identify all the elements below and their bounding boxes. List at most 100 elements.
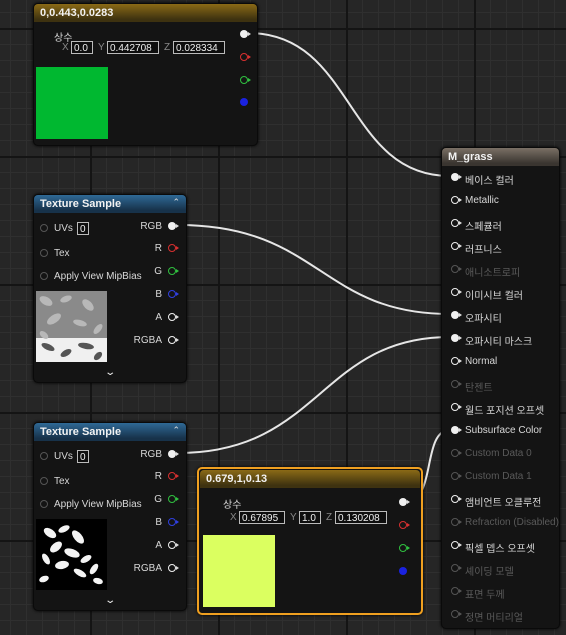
node-title: Texture Sample bbox=[34, 423, 186, 441]
material-input-label: Normal bbox=[465, 356, 498, 367]
x-axis-label: X bbox=[230, 512, 237, 523]
material-input-pin bbox=[451, 564, 459, 572]
material-input-pin[interactable] bbox=[451, 196, 459, 204]
texture-sample-node-1[interactable]: Texture Sample ⌃ UVs 0 Tex Apply View Mi… bbox=[33, 194, 187, 383]
pin-arrow bbox=[176, 337, 179, 342]
rgb-output-pin[interactable] bbox=[168, 222, 176, 230]
rgb-output-pin[interactable] bbox=[399, 498, 407, 506]
pin-arrow bbox=[459, 289, 462, 294]
a-output-pin[interactable] bbox=[168, 313, 176, 321]
material-input-pin[interactable] bbox=[451, 219, 459, 227]
texture-preview-thumbnail bbox=[36, 291, 107, 362]
r-output-pin[interactable] bbox=[168, 472, 176, 480]
material-input-pin[interactable] bbox=[451, 288, 459, 296]
texture-sample-node-2[interactable]: Texture Sample ⌃ UVs 0 Tex Apply View Mi… bbox=[33, 422, 187, 611]
r-output-label: R bbox=[154, 471, 162, 482]
g-output-pin[interactable] bbox=[168, 267, 176, 275]
expand-chevron-down-icon[interactable]: ⌄ bbox=[104, 595, 116, 606]
rgb-output-pin[interactable] bbox=[168, 450, 176, 458]
material-input-pin[interactable] bbox=[451, 311, 459, 319]
material-input-label: 오파시티 bbox=[465, 314, 502, 325]
uvs-input-pin[interactable] bbox=[40, 452, 48, 460]
pin-arrow bbox=[459, 335, 462, 340]
g-output-label: G bbox=[154, 494, 162, 505]
collapse-chevron-up-icon[interactable]: ⌃ bbox=[172, 425, 180, 436]
pin-arrow bbox=[459, 266, 462, 271]
r-output-pin[interactable] bbox=[399, 521, 407, 529]
material-input-pin[interactable] bbox=[451, 334, 459, 342]
b-output-label: B bbox=[155, 289, 162, 300]
b-output-pin[interactable] bbox=[168, 290, 176, 298]
r-output-pin[interactable] bbox=[240, 53, 248, 61]
material-input-label: 러프니스 bbox=[465, 245, 502, 256]
z-axis-label: Z bbox=[164, 42, 171, 53]
g-output-pin[interactable] bbox=[168, 495, 176, 503]
material-input-label: Custom Data 0 bbox=[465, 448, 532, 459]
rgba-output-pin[interactable] bbox=[168, 564, 176, 572]
b-output-pin[interactable] bbox=[240, 98, 248, 106]
rgba-output-label: RGBA bbox=[133, 563, 162, 574]
material-input-label: Custom Data 1 bbox=[465, 471, 532, 482]
pin-arrow bbox=[176, 314, 179, 319]
material-input-pin bbox=[451, 587, 459, 595]
r-output-label: R bbox=[154, 243, 162, 254]
tex-input-pin[interactable] bbox=[40, 249, 48, 257]
pin-arrow bbox=[248, 77, 251, 82]
y-value-field[interactable]: 0.442708 bbox=[107, 41, 159, 54]
pin-arrow bbox=[248, 54, 251, 59]
g-output-pin[interactable] bbox=[240, 76, 248, 84]
pin-arrow bbox=[459, 611, 462, 616]
material-input-pin[interactable] bbox=[451, 403, 459, 411]
node-title: 0.679,1,0.13 bbox=[200, 470, 420, 488]
pin-arrow bbox=[407, 545, 410, 550]
pin-arrow bbox=[176, 473, 179, 478]
uvs-input-pin[interactable] bbox=[40, 224, 48, 232]
constant3vector-node-top[interactable]: 0,0.443,0.0283 상수 X 0.0 Y 0.442708 Z 0.0… bbox=[33, 3, 258, 146]
pin-arrow bbox=[459, 565, 462, 570]
material-input-pin[interactable] bbox=[451, 242, 459, 250]
b-output-pin[interactable] bbox=[399, 567, 407, 575]
rgb-output-label: RGB bbox=[140, 449, 162, 460]
expand-chevron-down-icon[interactable]: ⌄ bbox=[104, 367, 116, 378]
mipbias-label: Apply View MipBias bbox=[54, 271, 142, 282]
r-output-pin[interactable] bbox=[168, 244, 176, 252]
z-value-field[interactable]: 0.028334 bbox=[173, 41, 225, 54]
pin-arrow bbox=[176, 245, 179, 250]
x-axis-label: X bbox=[62, 42, 69, 53]
material-input-pin[interactable] bbox=[451, 357, 459, 365]
material-input-label: 픽셀 뎁스 오프셋 bbox=[465, 544, 535, 555]
mipbias-input-pin[interactable] bbox=[40, 272, 48, 280]
a-output-pin[interactable] bbox=[168, 541, 176, 549]
material-input-label: 스페큘러 bbox=[465, 222, 502, 233]
pin-arrow bbox=[176, 542, 179, 547]
constant3vector-node-bottom[interactable]: 0.679,1,0.13 상수 X 0.67895 Y 1.0 Z 0.1302… bbox=[197, 467, 423, 615]
uvs-value-field[interactable]: 0 bbox=[77, 450, 89, 463]
material-result-node[interactable]: M_grass 베이스 컬러 Metallic 스페큘러 러프니스 애니소트로피 이미시브… bbox=[441, 147, 560, 629]
rgba-output-pin[interactable] bbox=[168, 336, 176, 344]
uvs-label: UVs bbox=[54, 451, 73, 462]
x-value-field[interactable]: 0.67895 bbox=[239, 511, 285, 524]
b-output-pin[interactable] bbox=[168, 518, 176, 526]
material-input-label: 오파시티 마스크 bbox=[465, 337, 533, 348]
material-input-pin bbox=[451, 610, 459, 618]
rgb-output-pin[interactable] bbox=[240, 30, 248, 38]
material-input-pin[interactable] bbox=[451, 426, 459, 434]
node-title: Texture Sample bbox=[34, 195, 186, 213]
a-output-label: A bbox=[155, 540, 162, 551]
material-input-pin[interactable] bbox=[451, 541, 459, 549]
texture-preview-thumbnail bbox=[36, 519, 107, 590]
x-value-field[interactable]: 0.0 bbox=[71, 41, 93, 54]
y-value-field[interactable]: 1.0 bbox=[299, 511, 321, 524]
collapse-chevron-up-icon[interactable]: ⌃ bbox=[172, 197, 180, 208]
material-input-pin[interactable] bbox=[451, 495, 459, 503]
tex-label: Tex bbox=[54, 476, 70, 487]
material-input-label: 이미시브 컬러 bbox=[465, 291, 523, 302]
z-value-field[interactable]: 0.130208 bbox=[335, 511, 387, 524]
material-input-label: 셰이딩 모델 bbox=[465, 567, 514, 578]
uvs-value-field[interactable]: 0 bbox=[77, 222, 89, 235]
mipbias-input-pin[interactable] bbox=[40, 500, 48, 508]
tex-input-pin[interactable] bbox=[40, 477, 48, 485]
g-output-pin[interactable] bbox=[399, 544, 407, 552]
material-input-pin[interactable] bbox=[451, 173, 459, 181]
pin-arrow bbox=[459, 220, 462, 225]
